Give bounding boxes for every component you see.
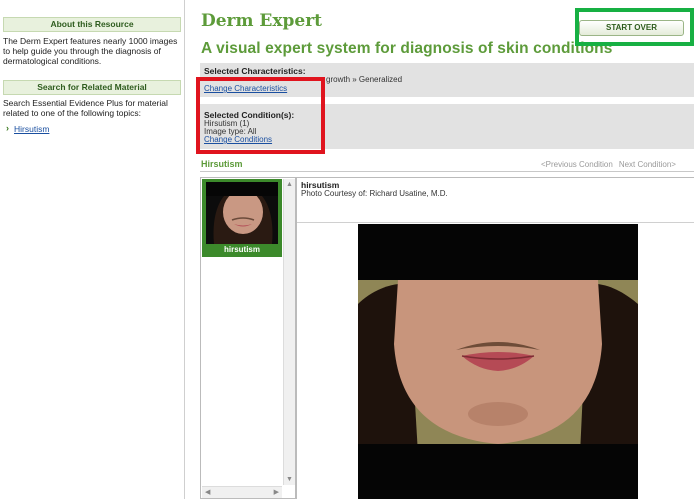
app-subtitle: A visual expert system for diagnosis of … bbox=[201, 40, 613, 57]
characteristics-heading: Selected Characteristics: bbox=[204, 66, 306, 76]
app-title: Derm Expert bbox=[201, 11, 323, 31]
thumbnail-list[interactable]: hirsutism ▲ ▼ ◀ ▶ bbox=[200, 177, 296, 499]
search-heading: Search for Related Material bbox=[3, 80, 181, 95]
about-text: The Derm Expert features nearly 1000 ima… bbox=[3, 36, 178, 66]
divider bbox=[297, 222, 694, 223]
previous-condition-link[interactable]: <Previous Condition bbox=[541, 160, 613, 169]
divider bbox=[200, 171, 694, 172]
thumbnail-image bbox=[206, 182, 278, 244]
triangle-down-icon[interactable]: ▼ bbox=[286, 476, 293, 483]
horizontal-scrollbar[interactable]: ◀ ▶ bbox=[202, 486, 282, 498]
triangle-up-icon[interactable]: ▲ bbox=[286, 181, 293, 188]
highlight-box-red bbox=[196, 77, 325, 154]
condition-title: Hirsutism bbox=[201, 159, 243, 169]
image-viewer: hirsutism Photo Courtesy of: Richard Usa… bbox=[296, 177, 694, 499]
triangle-right-icon[interactable]: ▶ bbox=[274, 488, 279, 496]
topic-link-hirsutism[interactable]: Hirsutism bbox=[14, 124, 49, 134]
highlight-box-green bbox=[575, 8, 694, 46]
thumbnail-label: hirsutism bbox=[223, 245, 260, 254]
image-credit: Photo Courtesy of: Richard Usatine, M.D. bbox=[301, 189, 448, 198]
next-condition-link[interactable]: Next Condition> bbox=[619, 160, 676, 169]
chevron-right-icon: › bbox=[6, 123, 9, 133]
triangle-left-icon[interactable]: ◀ bbox=[205, 488, 210, 496]
clinical-photo bbox=[358, 224, 638, 499]
thumbnail-item[interactable]: hirsutism bbox=[202, 179, 282, 257]
condition-nav: <Previous Condition Next Condition> bbox=[541, 160, 682, 169]
characteristics-path: growth » Generalized bbox=[326, 75, 403, 84]
sidebar: About this Resource The Derm Expert feat… bbox=[0, 0, 185, 499]
vertical-scrollbar[interactable]: ▲ ▼ bbox=[283, 179, 295, 485]
about-heading: About this Resource bbox=[3, 17, 181, 32]
search-text: Search Essential Evidence Plus for mater… bbox=[3, 98, 168, 118]
